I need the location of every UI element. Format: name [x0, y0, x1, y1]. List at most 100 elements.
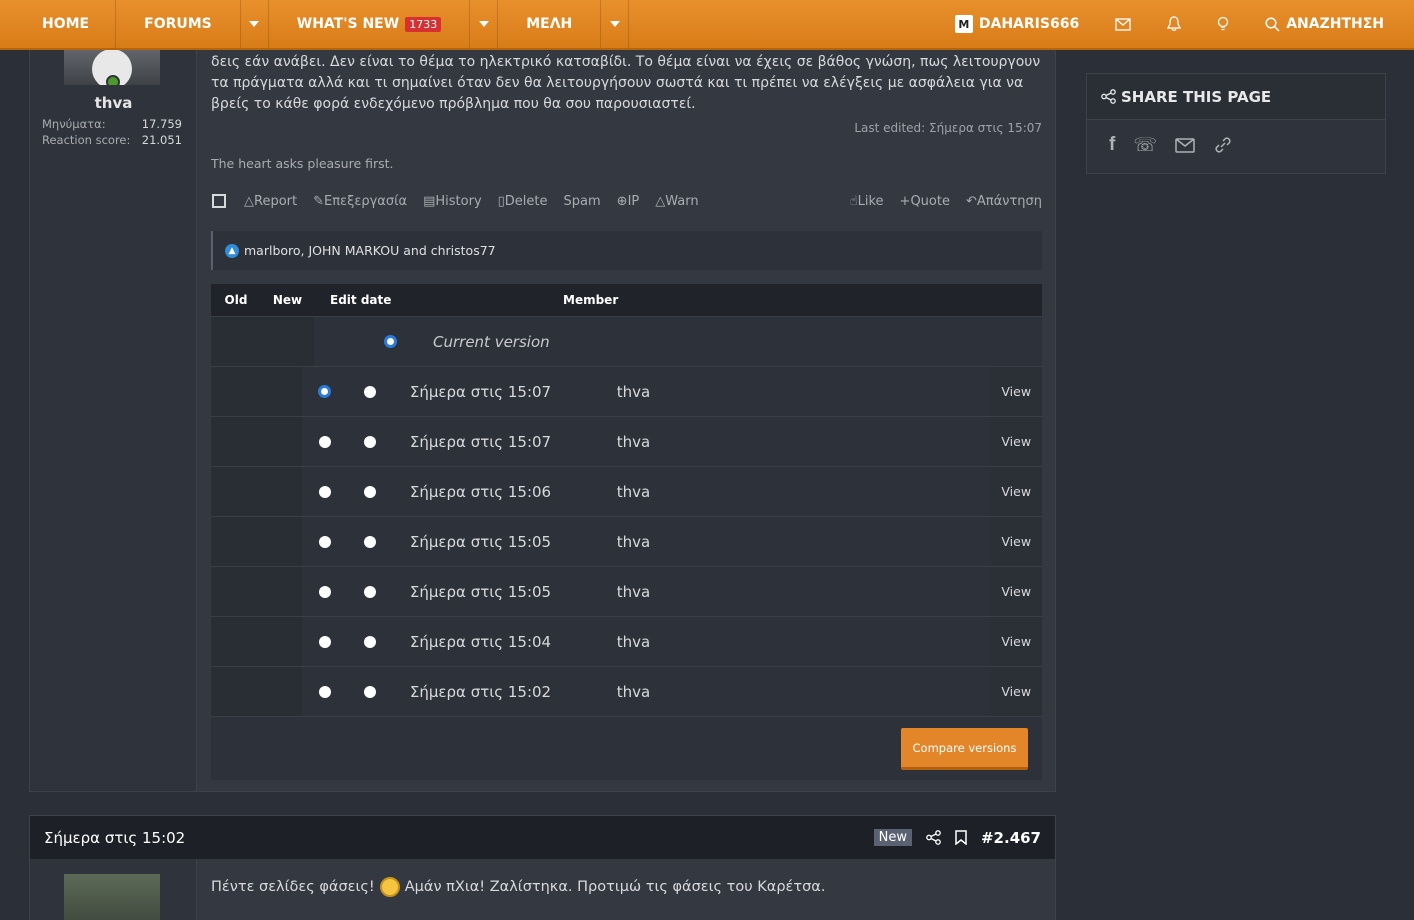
edit-member[interactable]: thva [617, 683, 991, 701]
old-version-radio[interactable] [318, 635, 331, 648]
account-link[interactable]: M DAHARIS666 [937, 0, 1097, 48]
table-row: Σήμερα στις 15:07 thva View [211, 366, 1042, 416]
compare-versions-button[interactable]: Compare versions [901, 728, 1028, 770]
new-version-radio[interactable] [364, 385, 377, 398]
col-member: Member [563, 293, 619, 307]
view-button[interactable]: View [990, 667, 1042, 716]
post-user-info: thva Μηνύματα: 17.759 Reaction score: 21.0… [30, 41, 197, 791]
nav-members-label: ΜΕΛΗ [526, 16, 573, 32]
nav-members[interactable]: ΜΕΛΗ [498, 0, 602, 48]
new-version-radio[interactable] [364, 585, 377, 598]
bookmark-icon[interactable] [955, 830, 967, 845]
edit-member[interactable]: thva [617, 483, 991, 501]
new-version-radio[interactable] [364, 535, 377, 548]
history-button[interactable]: ▤History [423, 194, 482, 209]
post-username[interactable]: thva [30, 94, 197, 112]
facebook-icon[interactable]: f [1109, 134, 1115, 156]
share-widget: SHARE THIS PAGE f ☏ [1086, 73, 1386, 174]
like-button[interactable]: ☝Like [850, 194, 884, 209]
share-header: SHARE THIS PAGE [1087, 74, 1385, 120]
old-cell [302, 635, 346, 648]
edit-date: Σήμερα στις 15:06 [409, 482, 552, 501]
old-cell [302, 435, 346, 448]
edit-member[interactable]: thva [617, 533, 991, 551]
edit-member[interactable]: thva [617, 383, 991, 401]
old-cell [302, 585, 346, 598]
chevron-down-icon [478, 21, 489, 27]
nav-whats-new-dropdown[interactable] [470, 0, 499, 48]
new-version-radio[interactable] [364, 635, 377, 648]
select-post-checkbox[interactable] [212, 194, 226, 208]
online-indicator [106, 75, 120, 85]
edit-member[interactable]: thva [617, 433, 991, 451]
nav-home[interactable]: HOME [0, 0, 117, 48]
view-button[interactable]: View [990, 567, 1042, 616]
nav-forums[interactable]: FORUMS [116, 0, 241, 48]
search-button[interactable]: ΑΝΑΖΗΤΗΣΗ [1247, 0, 1414, 48]
view-button[interactable]: View [990, 417, 1042, 466]
new-badge: New [873, 829, 912, 846]
old-version-radio[interactable] [318, 385, 332, 398]
view-button[interactable]: View [990, 367, 1042, 416]
edit-date: Σήμερα στις 15:07 [409, 382, 552, 401]
inbox-button[interactable] [1097, 0, 1149, 48]
reply-button[interactable]: ↶Απάντηση [966, 194, 1042, 209]
table-row: Σήμερα στις 15:06 thva View [211, 466, 1042, 516]
new-version-radio[interactable] [364, 485, 377, 498]
warn-button[interactable]: △Warn [655, 194, 698, 209]
last-edited[interactable]: Last edited: Σήμερα στις 15:07 [854, 121, 1042, 135]
table-row: Σήμερα στις 15:04 thva View [211, 616, 1042, 666]
ip-label: IP [627, 193, 640, 209]
edit-member[interactable]: thva [617, 583, 991, 601]
new-version-radio[interactable] [364, 435, 377, 448]
reply-label: Απάντηση [976, 193, 1042, 209]
new-version-radio[interactable] [384, 335, 397, 348]
history-label: History [435, 193, 482, 209]
view-button[interactable]: View [990, 517, 1042, 566]
new-version-radio[interactable] [364, 685, 377, 698]
nav-members-dropdown[interactable] [601, 0, 630, 48]
old-version-radio[interactable] [318, 685, 331, 698]
post-text-end: Αμάν πΧια! Ζαλίστηκα. Προτιμώ τις φάσεις… [404, 879, 826, 895]
nav-forums-dropdown[interactable] [241, 0, 269, 48]
view-button[interactable]: View [990, 617, 1042, 666]
share-icon[interactable] [926, 830, 941, 845]
alerts-button[interactable] [1149, 0, 1199, 48]
avatar[interactable] [64, 874, 160, 920]
post-actions: △Report ✎Επεξεργασία ▤History ▯Delete Sp… [211, 191, 1042, 211]
link-icon[interactable] [1213, 135, 1233, 155]
report-button[interactable]: △Report [244, 194, 297, 209]
edit-button[interactable]: ✎Επεξεργασία [313, 194, 407, 209]
spam-button[interactable]: Spam [564, 194, 601, 209]
new-cell [347, 485, 394, 498]
post-date[interactable]: Σήμερα στις 15:02 [44, 829, 185, 847]
whatsapp-icon[interactable]: ☏ [1133, 134, 1157, 156]
nav-whats-new[interactable]: WHAT'S NEW 1733 [269, 0, 471, 48]
quote-button[interactable]: +Quote [900, 194, 950, 209]
post-body: δεις εάν ανάβει. Δεν είναι το θέμα το ηλ… [211, 54, 1041, 112]
style-toggle-button[interactable] [1199, 0, 1247, 48]
table-row: Σήμερα στις 15:07 thva View [211, 416, 1042, 466]
view-button[interactable]: View [990, 467, 1042, 516]
old-version-radio[interactable] [318, 485, 331, 498]
globe-icon: ⊕ [616, 193, 628, 209]
stat-value: 17.759 [141, 117, 182, 131]
table-row-current: Current version [211, 316, 1042, 366]
warning-icon: △ [655, 193, 666, 209]
radio-column-bg [211, 417, 303, 466]
spam-label: Spam [563, 193, 601, 209]
email-icon[interactable] [1175, 137, 1195, 153]
edit-member[interactable]: thva [617, 633, 991, 651]
reactions-bar[interactable]: ▲ marlboro, JOHN MARKOU and christos77 [211, 231, 1042, 270]
old-version-radio[interactable] [318, 585, 331, 598]
delete-button[interactable]: ▯Delete [498, 194, 548, 209]
old-version-radio[interactable] [318, 435, 331, 448]
reply-icon: ↶ [965, 193, 977, 209]
share-icons: f ☏ [1087, 120, 1385, 156]
col-old: Old [224, 293, 248, 307]
old-version-radio[interactable] [318, 535, 331, 548]
post-header: Σήμερα στις 15:02 New #2.467 [30, 816, 1055, 859]
post-user-info [30, 859, 197, 920]
post-number[interactable]: #2.467 [981, 829, 1041, 847]
ip-button[interactable]: ⊕IP [617, 194, 640, 209]
